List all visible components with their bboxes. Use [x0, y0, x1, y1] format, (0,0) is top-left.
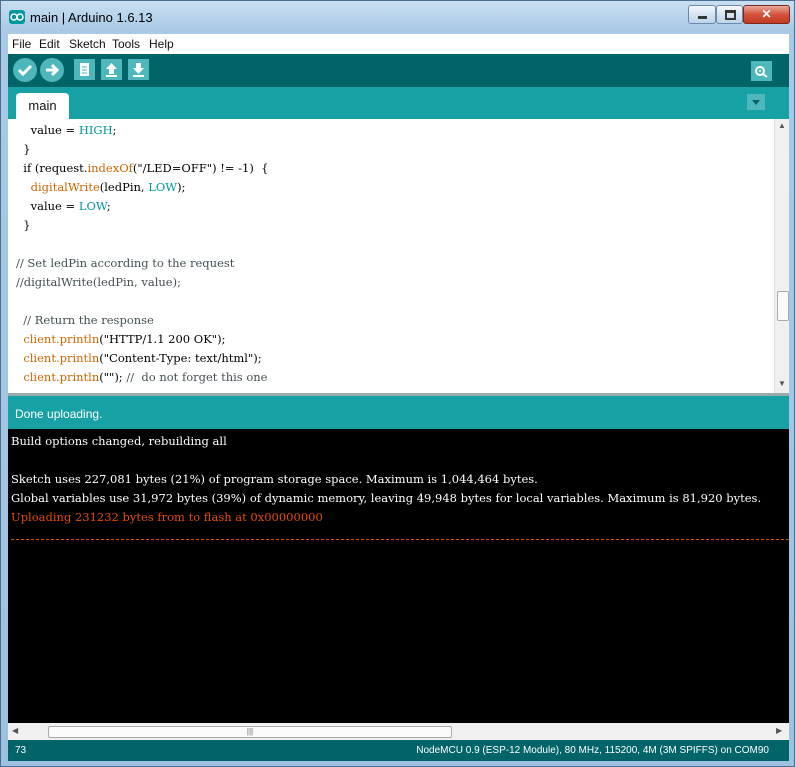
console-output: Build options changed, rebuilding all Sk… [8, 429, 789, 723]
chevron-down-icon [752, 100, 760, 105]
editor-scroll-thumb[interactable] [777, 291, 789, 321]
save-button[interactable] [128, 59, 149, 80]
console-upload-line: Uploading 231232 bytes from to flash at … [11, 510, 323, 524]
window-title: main | Arduino 1.6.13 [30, 10, 153, 25]
serial-monitor-icon [755, 66, 768, 78]
verify-button[interactable] [13, 58, 37, 82]
toolbar [8, 54, 789, 87]
arrow-right-icon [46, 63, 60, 77]
code-editor[interactable]: value = HIGH; } if (request.indexOf("/LE… [8, 119, 789, 393]
line-number: 73 [15, 745, 27, 756]
code-line[interactable]: // Return the response [8, 311, 772, 330]
code-line[interactable]: if (request.indexOf("/LED=OFF") != -1) { [8, 159, 772, 178]
footer-bar: 73 NodeMCU 0.9 (ESP-12 Module), 80 MHz, … [8, 740, 789, 761]
console-horizontal-scrollbar[interactable]: ◀ ||| ▶ [8, 723, 789, 740]
code-line[interactable]: client.println("HTTP/1.1 200 OK"); [8, 330, 772, 349]
maximize-button[interactable] [716, 5, 743, 24]
scroll-right-icon[interactable]: ▶ [776, 726, 782, 735]
menu-tools[interactable]: Tools [112, 37, 140, 51]
code-line[interactable]: client.println("Content-Type: text/html"… [8, 349, 772, 368]
code-line[interactable]: ​ [8, 235, 772, 254]
menu-bar: File Edit Sketch Tools Help [8, 34, 789, 54]
menu-file[interactable]: File [12, 37, 31, 51]
scroll-left-icon[interactable]: ◀ [12, 726, 18, 735]
menu-sketch[interactable]: Sketch [69, 37, 106, 51]
code-line[interactable]: value = HIGH; [8, 121, 772, 140]
code-line[interactable]: ​ [8, 292, 772, 311]
check-icon [17, 64, 33, 77]
new-button[interactable] [74, 59, 95, 80]
board-info: NodeMCU 0.9 (ESP-12 Module), 80 MHz, 115… [416, 745, 769, 756]
arduino-window: main | Arduino 1.6.13 ✕ File Edit Sketch… [0, 0, 795, 767]
client-area: File Edit Sketch Tools Help main value =… [8, 34, 789, 761]
save-arrow-down-icon [133, 63, 144, 77]
scroll-up-icon[interactable]: ▲ [778, 121, 786, 130]
scroll-down-icon[interactable]: ▼ [778, 379, 786, 388]
close-button[interactable]: ✕ [743, 5, 790, 24]
code-line[interactable]: //digitalWrite(ledPin, value); [8, 273, 772, 292]
minimize-button[interactable] [688, 5, 716, 24]
code-area[interactable]: value = HIGH; } if (request.indexOf("/LE… [8, 121, 772, 387]
status-bar: Done uploading. [8, 396, 789, 429]
console-line: Sketch uses 227,081 bytes (21%) of progr… [11, 472, 538, 486]
tab-menu-button[interactable] [747, 94, 765, 110]
code-line[interactable]: value = LOW; [8, 197, 772, 216]
code-line[interactable]: // Set ledPin according to the request [8, 254, 772, 273]
status-message: Done uploading. [15, 407, 103, 421]
console-scroll-thumb[interactable]: ||| [48, 726, 452, 738]
serial-monitor-button[interactable] [751, 61, 772, 81]
title-bar[interactable]: main | Arduino 1.6.13 ✕ [1, 1, 794, 34]
menu-edit[interactable]: Edit [39, 37, 60, 51]
code-line[interactable]: client.println(""); // do not forget thi… [8, 368, 772, 387]
upload-button[interactable] [40, 58, 64, 82]
tab-main[interactable]: main [16, 93, 69, 119]
new-file-icon [80, 63, 89, 76]
open-arrow-up-icon [106, 63, 117, 77]
open-button[interactable] [101, 59, 122, 80]
editor-vertical-scrollbar[interactable]: ▲ ▼ [774, 119, 789, 393]
tab-bar: main [8, 87, 789, 119]
menu-help[interactable]: Help [149, 37, 174, 51]
code-line[interactable]: digitalWrite(ledPin, LOW); [8, 178, 772, 197]
arduino-logo-icon [9, 10, 25, 24]
console-line: Build options changed, rebuilding all [11, 434, 227, 448]
console-line: Global variables use 31,972 bytes (39%) … [11, 491, 762, 505]
code-line[interactable]: } [8, 140, 772, 159]
console-dashed-separator [11, 539, 789, 540]
code-line[interactable]: } [8, 216, 772, 235]
